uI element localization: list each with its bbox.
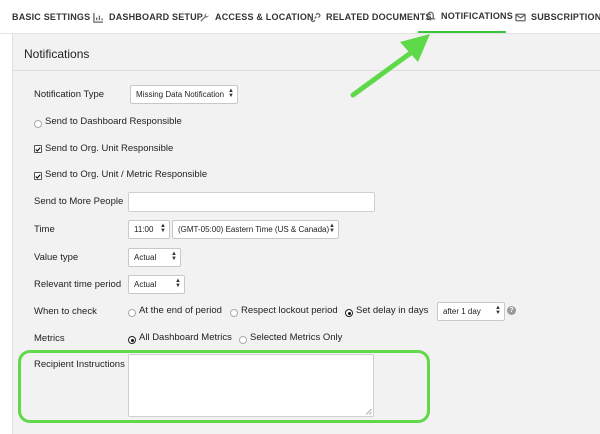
tab-bar: BASIC SETTINGS DASHBOARD SETUP ACCESS & …	[0, 0, 600, 34]
tab-label: NOTIFICATIONS	[441, 10, 513, 21]
divider	[13, 70, 600, 71]
relevant-time-period-label: Relevant time period	[34, 279, 122, 290]
checkmark-icon	[35, 146, 41, 152]
when-set-delay-radio[interactable]	[345, 309, 353, 317]
send-org-unit-metric-responsible-checkbox[interactable]	[34, 172, 42, 180]
tab-dashboard-setup[interactable]: DASHBOARD SETUP	[92, 0, 203, 34]
when-respect-lockout-label: Respect lockout period	[241, 305, 338, 316]
recipient-instructions-textarea[interactable]	[128, 354, 374, 417]
updown-arrow-icon: ▲ ▼	[495, 305, 501, 316]
envelope-icon	[514, 11, 526, 23]
updown-arrow-icon: ▲ ▼	[171, 251, 177, 262]
checkmark-icon	[35, 173, 41, 179]
recipient-instructions-label: Recipient Instructions	[34, 359, 125, 370]
tab-related-documents[interactable]: RELATED DOCUMENTS	[309, 0, 432, 34]
bar-chart-icon	[92, 11, 104, 23]
tab-label: SUBSCRIPTIONS	[531, 12, 600, 22]
select-value: Missing Data Notification	[136, 90, 225, 99]
link-icon	[309, 11, 321, 23]
tab-label: RELATED DOCUMENTS	[326, 12, 432, 22]
send-org-unit-metric-responsible-label: Send to Org. Unit / Metric Responsible	[45, 169, 208, 180]
tab-label: BASIC SETTINGS	[12, 12, 91, 22]
metrics-label: Metrics	[34, 333, 65, 344]
tab-subscriptions[interactable]: SUBSCRIPTIONS	[514, 0, 600, 34]
panel-title: Notifications	[24, 47, 90, 61]
when-end-of-period-label: At the end of period	[139, 305, 222, 316]
send-more-people-input[interactable]	[128, 192, 375, 212]
resize-grip-icon[interactable]	[365, 408, 372, 415]
when-set-delay-label: Set delay in days	[356, 305, 429, 316]
time-hour-select[interactable]: 11:00 ▲ ▼	[128, 220, 170, 239]
select-value: (GMT-05:00) Eastern Time (US & Canada)	[178, 225, 330, 234]
updown-arrow-icon: ▲ ▼	[329, 223, 335, 234]
value-type-select[interactable]: Actual ▲ ▼	[128, 248, 181, 267]
select-value: Actual	[134, 253, 157, 262]
metrics-selected-radio[interactable]	[239, 336, 247, 344]
metrics-all-label: All Dashboard Metrics	[139, 332, 232, 343]
when-respect-lockout-radio[interactable]	[230, 309, 238, 317]
time-label: Time	[34, 224, 55, 235]
when-end-of-period-radio[interactable]	[128, 309, 136, 317]
metrics-selected-label: Selected Metrics Only	[250, 332, 343, 343]
updown-arrow-icon: ▲ ▼	[175, 278, 181, 289]
select-value: 11:00	[134, 225, 154, 234]
tab-basic-settings[interactable]: BASIC SETTINGS	[12, 0, 90, 34]
metrics-all-radio[interactable]	[128, 336, 136, 344]
delay-days-select[interactable]: after 1 day ▲ ▼	[437, 302, 505, 321]
updown-arrow-icon: ▲ ▼	[228, 88, 234, 99]
select-value: Actual	[134, 280, 157, 289]
send-org-unit-responsible-checkbox[interactable]	[34, 145, 42, 153]
notifications-panel: Notifications Notification Type Missing …	[12, 34, 600, 434]
updown-arrow-icon: ▲ ▼	[160, 223, 166, 234]
bell-icon	[425, 10, 436, 22]
tab-notifications[interactable]: NOTIFICATIONS	[418, 0, 513, 33]
notification-type-label: Notification Type	[34, 89, 105, 100]
relevant-time-period-select[interactable]: Actual ▲ ▼	[128, 275, 185, 294]
send-dashboard-responsible-label: Send to Dashboard Responsible	[45, 116, 182, 127]
wrench-icon	[198, 11, 210, 23]
send-org-unit-responsible-label: Send to Org. Unit Responsible	[45, 143, 174, 154]
select-value: after 1 day	[443, 307, 481, 316]
tab-label: DASHBOARD SETUP	[109, 12, 204, 22]
tab-access-location[interactable]: ACCESS & LOCATION	[198, 0, 314, 34]
timezone-select[interactable]: (GMT-05:00) Eastern Time (US & Canada) ▲…	[172, 220, 339, 239]
help-icon[interactable]: ?	[507, 306, 516, 315]
send-more-people-label: Send to More People	[34, 196, 124, 207]
send-dashboard-responsible-checkbox[interactable]	[34, 120, 42, 128]
tab-label: ACCESS & LOCATION	[215, 12, 314, 22]
notification-type-select[interactable]: Missing Data Notification ▲ ▼	[130, 85, 238, 104]
value-type-label: Value type	[34, 252, 79, 263]
when-to-check-label: When to check	[34, 306, 97, 317]
